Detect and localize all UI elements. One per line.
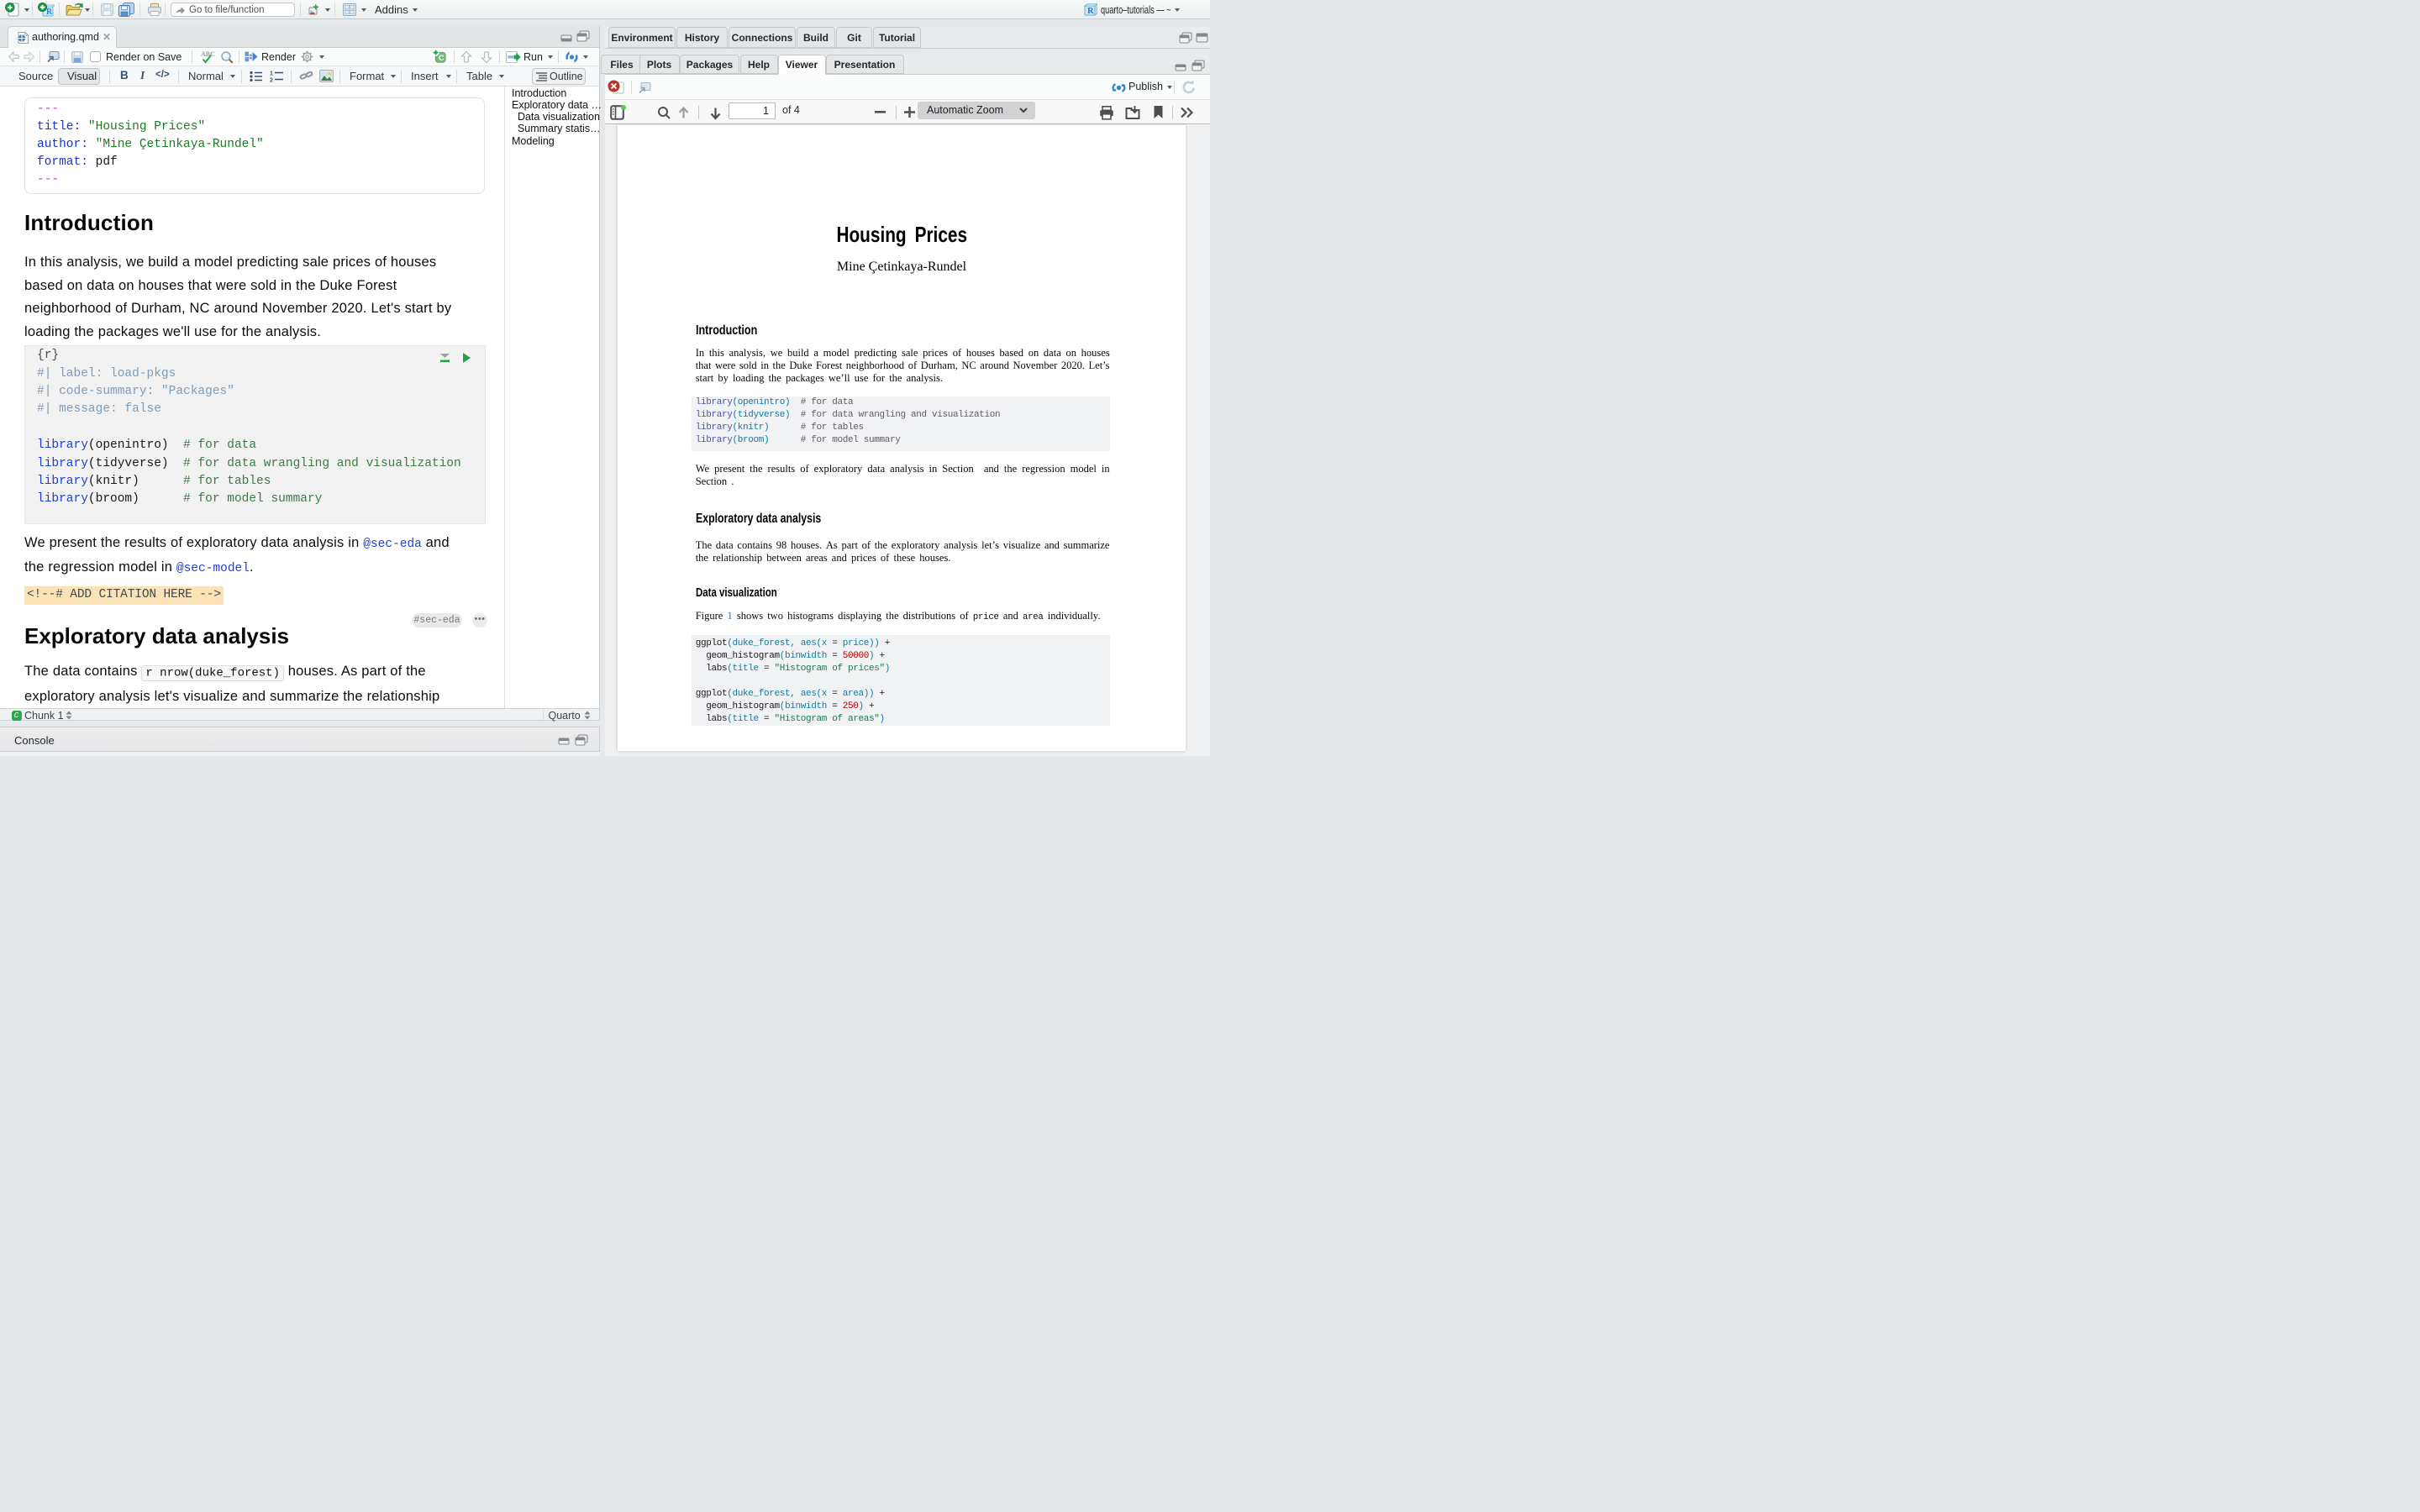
svg-text:1: 1 [270, 71, 273, 77]
svg-text:R: R [1087, 7, 1094, 16]
svg-text:2: 2 [270, 78, 273, 83]
svg-text:C: C [439, 54, 445, 62]
svg-text:R: R [46, 8, 53, 17]
svg-text:ABC: ABC [201, 50, 215, 58]
